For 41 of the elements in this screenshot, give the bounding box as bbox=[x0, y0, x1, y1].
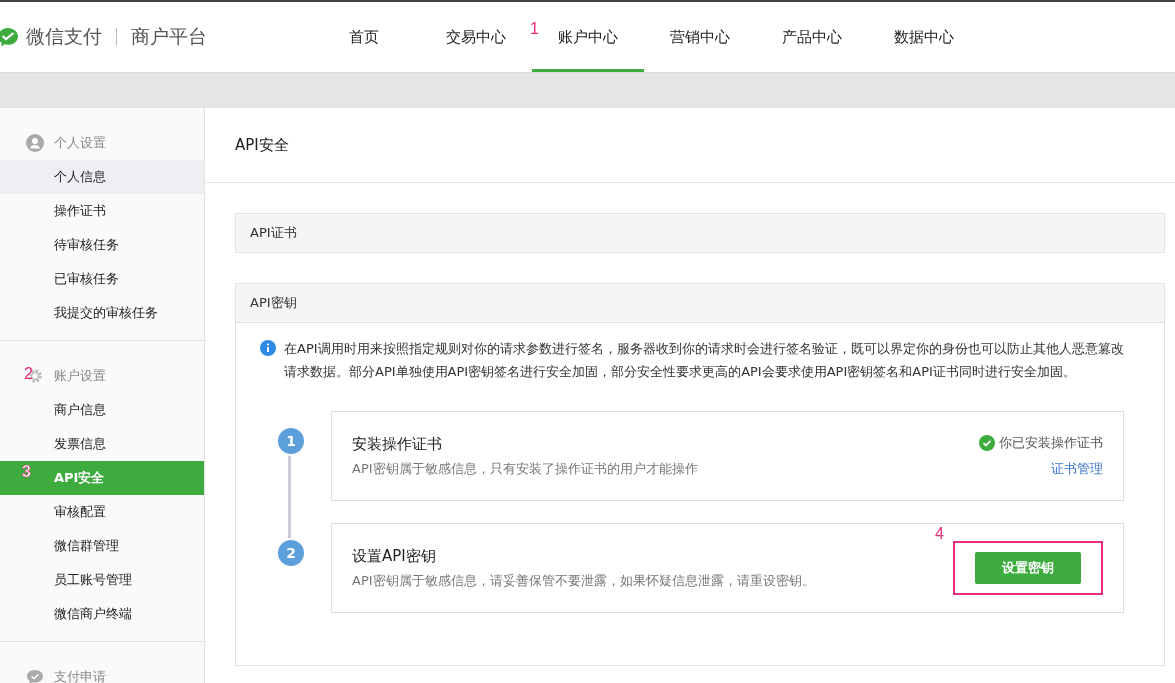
gear-icon bbox=[26, 367, 44, 385]
nav-tab[interactable]: 产品中心 bbox=[756, 2, 868, 72]
status-text: 你已安装操作证书 bbox=[999, 434, 1103, 452]
sidebar-item[interactable]: 待审核任务 bbox=[0, 228, 204, 262]
sidebar-item[interactable]: 微信群管理 bbox=[0, 529, 204, 563]
sidebar-item[interactable]: 发票信息 bbox=[0, 427, 204, 461]
check-icon bbox=[979, 435, 995, 451]
sidebar-item[interactable]: 已审核任务 bbox=[0, 262, 204, 296]
sidebar-item[interactable]: 个人信息 bbox=[0, 160, 204, 194]
annotation-number: 4 bbox=[935, 525, 944, 543]
nav-tab[interactable]: 首页 bbox=[308, 2, 420, 72]
sidebar-item[interactable]: 商户信息 bbox=[0, 393, 204, 427]
panel-header[interactable]: API密钥 bbox=[236, 284, 1164, 323]
page-title: API安全 bbox=[205, 108, 1175, 183]
sidebar-item[interactable]: 操作证书 bbox=[0, 194, 204, 228]
step-number: 1 bbox=[276, 426, 306, 456]
step-title: 安装操作证书 bbox=[352, 434, 443, 454]
step-description: API密钥属于敏感信息，只有安装了操作证书的用户才能操作 bbox=[352, 459, 699, 478]
nav-tab[interactable]: 交易中心 bbox=[420, 2, 532, 72]
sidebar-group-title: 账户设置 bbox=[54, 367, 106, 385]
nav-tab[interactable]: 营销中心 bbox=[644, 2, 756, 72]
sidebar-item[interactable]: 微信商户终端 bbox=[0, 597, 204, 631]
annotation-number: 1 bbox=[530, 20, 539, 38]
step-description: API密钥属于敏感信息，请妥善保管不要泄露，如果怀疑信息泄露，请重设密钥。 bbox=[352, 571, 816, 590]
step-title: 设置API密钥 bbox=[352, 546, 437, 566]
panel-header[interactable]: API证书 bbox=[236, 214, 1164, 252]
sidebar-group-title: 个人设置 bbox=[54, 134, 106, 152]
annotation-number: 3 bbox=[22, 462, 31, 482]
nav-tab[interactable]: 数据中心 bbox=[868, 2, 980, 72]
step-number: 2 bbox=[276, 538, 306, 568]
annotation-number: 2 bbox=[24, 365, 33, 383]
info-text: 在API调用时用来按照指定规则对你的请求参数进行签名，服务器收到你的请求时会进行签名验证，既可以界定你的身份也可以防止其他人恶意篡改请求数据。部分API单独使用API密钥签名进行安全加固，部分安全性要求更高的API会要求使用API密钥签名和API证书同时进行安全加固。 bbox=[284, 340, 1125, 381]
sidebar-group-title: 支付申请 bbox=[54, 668, 106, 683]
brand-name: 微信支付 bbox=[26, 24, 102, 49]
person-icon bbox=[26, 134, 44, 152]
sidebar-item[interactable]: 员工账号管理 bbox=[0, 563, 204, 597]
sidebar-item[interactable]: 我提交的审核任务 bbox=[0, 296, 204, 330]
product-name: 商户平台 bbox=[131, 24, 207, 49]
info-icon bbox=[260, 340, 276, 356]
sidebar-item[interactable]: 审核配置 bbox=[0, 495, 204, 529]
certificate-link[interactable]: 证书管理 bbox=[1051, 460, 1103, 478]
